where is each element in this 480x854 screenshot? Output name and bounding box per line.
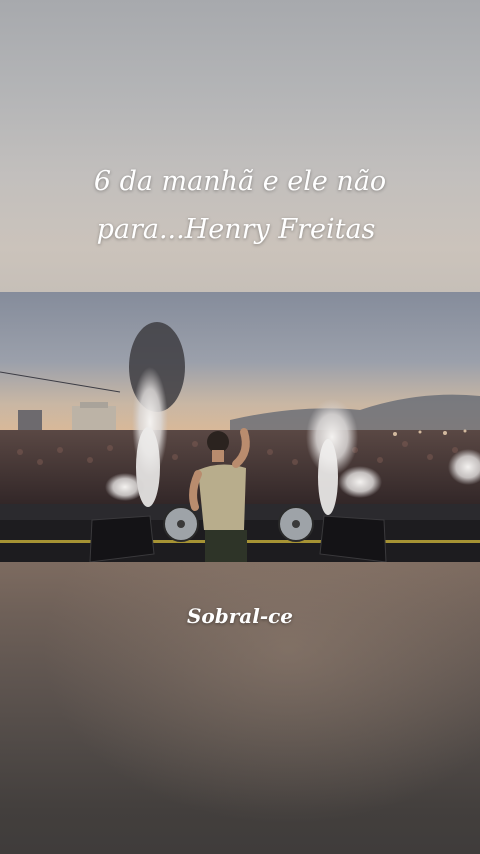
caption-line-2: para...Henry Freitas [96, 214, 376, 245]
stage-speaker-right [319, 515, 387, 562]
building [72, 406, 116, 432]
stage-fan-left [163, 506, 199, 542]
location-caption: Sobral-ce [186, 604, 294, 628]
caption-overlay: 6 da manhã e ele não para...Henry Freita… [0, 158, 480, 254]
caption-line-1: 6 da manhã e ele não [93, 166, 387, 197]
building-roof [80, 402, 108, 408]
stage-speaker-left [89, 515, 155, 562]
stage-fan-right [278, 506, 314, 542]
concert-video-frame[interactable] [0, 292, 480, 562]
concert-stage-scene [0, 292, 480, 562]
building [18, 410, 42, 432]
